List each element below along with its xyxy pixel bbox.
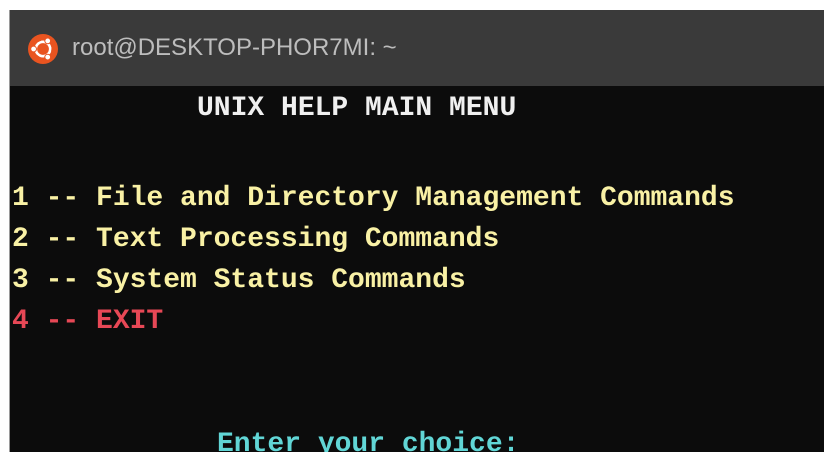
menu-option-4-exit: 4 -- EXIT xyxy=(12,306,164,337)
ubuntu-logo-icon xyxy=(28,34,58,64)
menu-option-1: 1 -- File and Directory Management Comma… xyxy=(12,183,735,214)
title-bar[interactable]: root@DESKTOP-PHOR7MI: ~ xyxy=(10,10,824,86)
terminal-window[interactable]: root@DESKTOP-PHOR7MI: ~ UNIX HELP MAIN M… xyxy=(10,10,824,452)
window-title: root@DESKTOP-PHOR7MI: ~ xyxy=(72,34,397,61)
terminal-output[interactable]: UNIX HELP MAIN MENU 1 -- File and Direct… xyxy=(10,86,824,452)
menu-heading: UNIX HELP MAIN MENU xyxy=(197,93,517,124)
menu-option-3: 3 -- System Status Commands xyxy=(12,265,466,296)
menu-option-2: 2 -- Text Processing Commands xyxy=(12,224,500,255)
choice-prompt: Enter your choice: xyxy=(217,429,520,452)
